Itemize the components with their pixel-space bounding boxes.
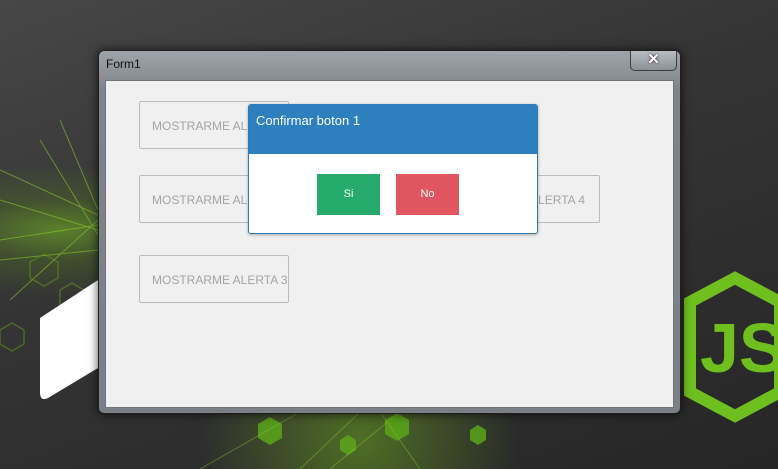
close-button[interactable]: ✕ — [630, 51, 677, 71]
show-alert-3-button[interactable]: MOSTRARME ALERTA 3 — [139, 255, 289, 303]
white-logo-shape — [40, 280, 98, 400]
yes-button[interactable]: Si — [317, 174, 380, 215]
dialog-title: Confirmar boton 1 — [249, 105, 537, 154]
window-title: Form1 — [106, 57, 141, 71]
close-icon: ✕ — [647, 51, 660, 68]
confirm-dialog: Confirmar boton 1 Si No — [248, 104, 538, 234]
nodejs-js-text: JS — [700, 309, 778, 387]
no-button[interactable]: No — [396, 174, 459, 215]
